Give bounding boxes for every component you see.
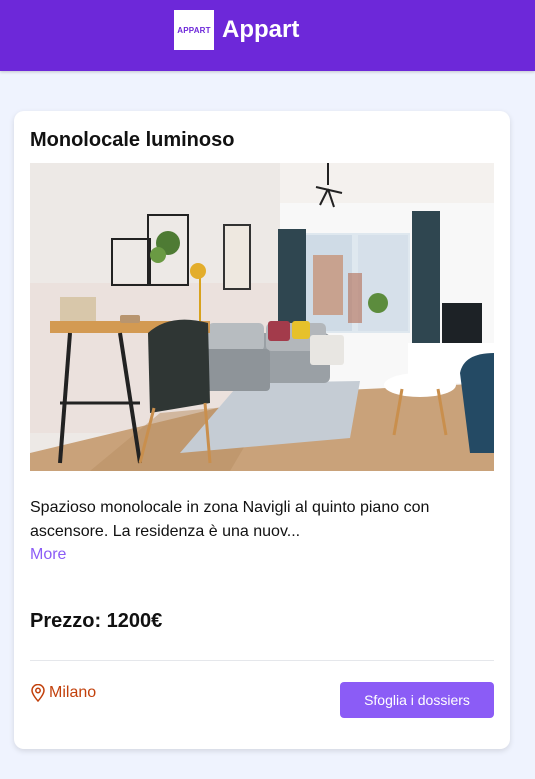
listing-location: Milano	[30, 684, 96, 702]
location-label: Milano	[49, 684, 97, 701]
listing-title: Monolocale luminoso	[30, 129, 235, 151]
listing-card: Monolocale luminoso Spazioso monolocale …	[14, 111, 510, 749]
more-link[interactable]: More	[30, 546, 66, 564]
divider	[30, 660, 494, 661]
listing-description: Spazioso monolocale in zona Navigli al q…	[30, 499, 430, 540]
logo-text: APPART	[177, 25, 211, 35]
map-pin-icon	[31, 684, 45, 702]
brand-name: Appart	[222, 16, 300, 43]
browse-dossiers-button[interactable]: Sfoglia i dossiers	[340, 682, 494, 718]
top-bar: APPART Appart	[0, 0, 535, 71]
logo: APPART	[174, 10, 214, 50]
listing-price: Prezzo: 1200€	[30, 610, 163, 632]
listing-photo	[30, 163, 494, 471]
brand[interactable]: APPART Appart	[174, 10, 299, 50]
